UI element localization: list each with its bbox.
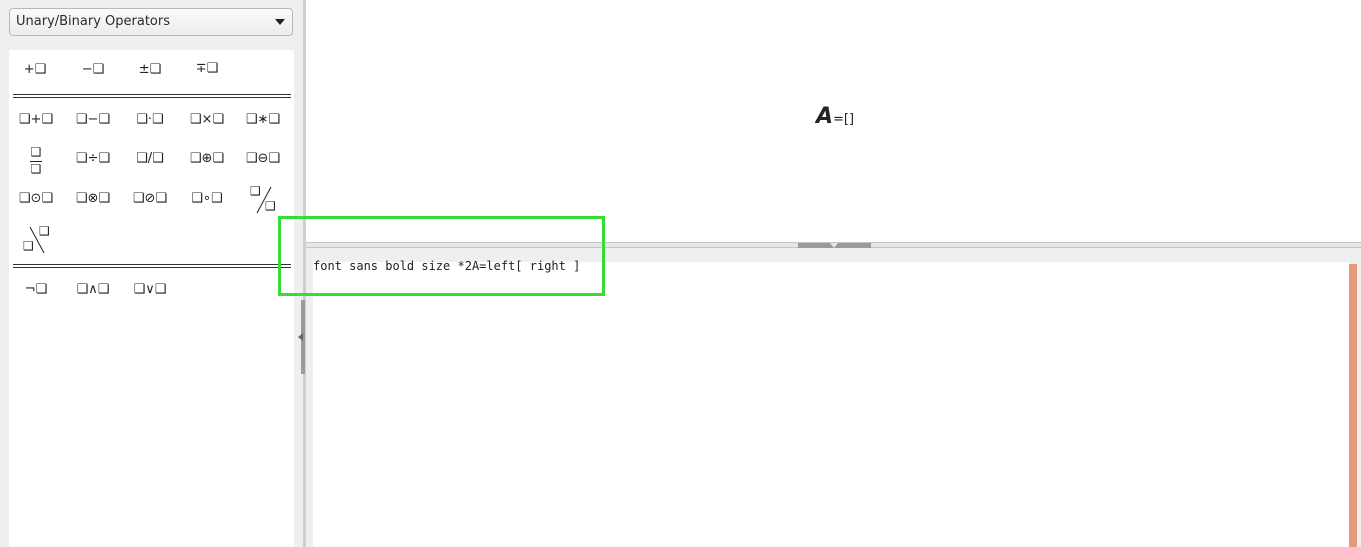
editor-scrollbar[interactable] [1349, 264, 1357, 547]
separator [13, 94, 291, 98]
chevron-down-icon [275, 19, 285, 25]
formula-variable: A [816, 104, 834, 129]
formula-preview-pane: A=[] [306, 0, 1361, 242]
category-dropdown[interactable]: Unary/Binary Operators [9, 8, 293, 36]
elements-panel: Unary/Binary Operators +❑ −❑ ±❑ ∓❑ ❑+❑ ❑… [0, 0, 300, 547]
palette-item-plus-minus[interactable]: ±❑ [133, 57, 167, 83]
palette-item-otimes[interactable]: ❑⊗❑ [70, 186, 116, 212]
palette-item-cdot[interactable]: ❑·❑ [127, 107, 173, 133]
palette-item-wide-backslash[interactable]: ❑ ❑ [22, 224, 56, 256]
wide-backslash-bottom: ❑ [23, 239, 34, 253]
palette-item-odivide[interactable]: ❑⊘❑ [127, 186, 173, 212]
formula-expression: =[] [833, 112, 855, 127]
wide-slash-bottom: ❑ [265, 199, 276, 213]
formula-preview: A=[] [816, 104, 854, 129]
formula-editor[interactable]: font sans bold size *2A=left[ right ] [313, 259, 1349, 547]
collapse-down-icon[interactable] [830, 243, 838, 248]
fraction-denominator: ❑ [30, 162, 42, 176]
collapse-left-icon[interactable] [298, 333, 303, 341]
palette-item-subtract[interactable]: ❑−❑ [70, 107, 116, 133]
palette-item-and[interactable]: ❑∧❑ [70, 277, 116, 303]
palette-item-circ[interactable]: ❑∘❑ [184, 186, 230, 212]
palette-item-add[interactable]: ❑+❑ [13, 107, 59, 133]
formula-editor-text: font sans bold size *2A=left[ right ] [313, 259, 581, 273]
palette-item-times[interactable]: ❑×❑ [184, 107, 230, 133]
palette-item-fraction[interactable]: ❑ ❑ [21, 145, 51, 179]
palette-item-or[interactable]: ❑∨❑ [127, 277, 173, 303]
palette-item-minus[interactable]: −❑ [76, 57, 110, 83]
category-dropdown-label: Unary/Binary Operators [16, 14, 171, 29]
palette-item-plus[interactable]: +❑ [18, 57, 52, 83]
palette-item-divide[interactable]: ❑÷❑ [70, 146, 116, 172]
palette-item-oplus[interactable]: ❑⊕❑ [184, 146, 230, 172]
palette-item-neg[interactable]: ¬❑ [18, 277, 54, 303]
palette-item-minus-plus[interactable]: ∓❑ [190, 56, 224, 82]
separator [13, 264, 291, 268]
palette-item-ominus[interactable]: ❑⊖❑ [240, 146, 286, 172]
operator-palette: +❑ −❑ ±❑ ∓❑ ❑+❑ ❑−❑ ❑·❑ ❑×❑ ❑∗❑ ❑ ❑ ❑÷❑ … [9, 50, 294, 547]
palette-item-wide-slash[interactable]: ❑ ❑ [247, 184, 281, 216]
fraction-numerator: ❑ [30, 145, 42, 159]
palette-item-odot[interactable]: ❑⊙❑ [13, 186, 59, 212]
palette-item-slash[interactable]: ❑/❑ [127, 146, 173, 172]
palette-item-asterisk[interactable]: ❑∗❑ [240, 107, 286, 133]
